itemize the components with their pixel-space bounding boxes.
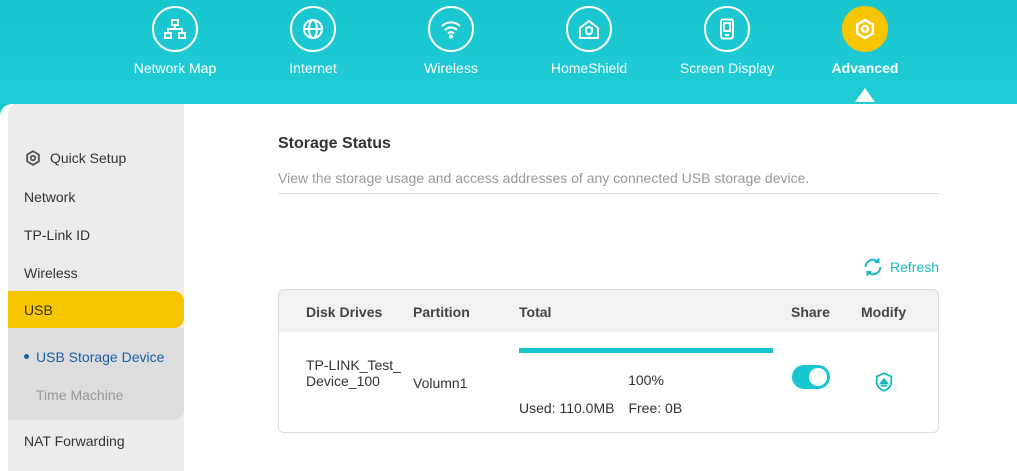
nav-screen-display[interactable]: Screen Display [667, 6, 787, 76]
refresh-label: Refresh [890, 259, 940, 275]
nav-homeshield[interactable]: HomeShield [529, 6, 649, 76]
nav-label: Network Map [133, 60, 217, 76]
sidebar-submenu: USB Storage Device Time Machine [8, 328, 184, 420]
sidebar-item-nat-forwarding[interactable]: NAT Forwarding [24, 433, 125, 449]
sidebar-item-network[interactable]: Network [24, 189, 75, 205]
column-header-modify: Modify [861, 304, 907, 320]
sidebar-item-quick-setup[interactable]: Quick Setup [24, 149, 126, 167]
disk-name: TP-LINK_Test_Device_100 [306, 357, 401, 389]
column-header-share: Share [791, 304, 830, 320]
eject-shield-icon[interactable] [873, 371, 895, 393]
partition-name: Volumn1 [413, 375, 468, 391]
usage-details: Used: 110.0MB Free: 0B [519, 400, 696, 416]
top-navigation: Network Map Internet Wireless HomeShield… [0, 0, 1017, 104]
page-title: Storage Status [278, 135, 391, 152]
free-space: Free: 0B [628, 400, 683, 416]
storage-table: Disk Drives Partition Total Share Modify… [278, 289, 939, 433]
sidebar-item-label: Quick Setup [50, 150, 127, 166]
gear-icon [842, 6, 888, 52]
column-header-disk-drives: Disk Drives [306, 304, 383, 320]
nav-label: Advanced [831, 60, 899, 76]
sidebar-item-usb-storage-device[interactable]: USB Storage Device [24, 349, 164, 365]
usage-percent: 100% [628, 372, 664, 388]
nav-wireless[interactable]: Wireless [391, 6, 511, 76]
nav-network-map[interactable]: Network Map [115, 6, 235, 76]
sidebar-item-time-machine[interactable]: Time Machine [36, 387, 123, 403]
used-space: Used: 110.0MB [519, 400, 615, 416]
nav-label: Screen Display [679, 60, 775, 76]
sidebar-item-label: USB Storage Device [36, 349, 165, 365]
homeshield-icon [566, 6, 612, 52]
globe-icon [290, 6, 336, 52]
nav-advanced[interactable]: Advanced [805, 6, 925, 76]
refresh-icon [864, 258, 882, 276]
usage-progress-bar [519, 348, 773, 353]
refresh-button[interactable]: Refresh [862, 256, 939, 278]
gear-icon [26, 150, 40, 166]
nav-label: HomeShield [550, 60, 628, 76]
nav-internet[interactable]: Internet [253, 6, 373, 76]
divider [278, 193, 940, 194]
page-description: View the storage usage and access addres… [278, 170, 810, 186]
nav-label: Internet [289, 60, 337, 76]
sidebar-item-wireless[interactable]: Wireless [24, 265, 78, 281]
sidebar-item-usb[interactable]: USB [8, 291, 184, 328]
share-toggle[interactable] [792, 365, 830, 389]
sidebar-item-tp-link-id[interactable]: TP-Link ID [24, 227, 90, 243]
network-map-icon [152, 6, 198, 52]
column-header-total: Total [519, 304, 552, 320]
sidebar: Quick Setup Network TP-Link ID Wireless … [8, 104, 184, 471]
screen-display-icon [704, 6, 750, 52]
nav-label: Wireless [424, 60, 478, 76]
toggle-knob [809, 368, 827, 386]
wifi-icon [428, 6, 474, 52]
column-header-partition: Partition [413, 304, 470, 320]
table-header: Disk Drives Partition Total Share Modify [279, 290, 938, 332]
active-indicator [855, 88, 875, 102]
